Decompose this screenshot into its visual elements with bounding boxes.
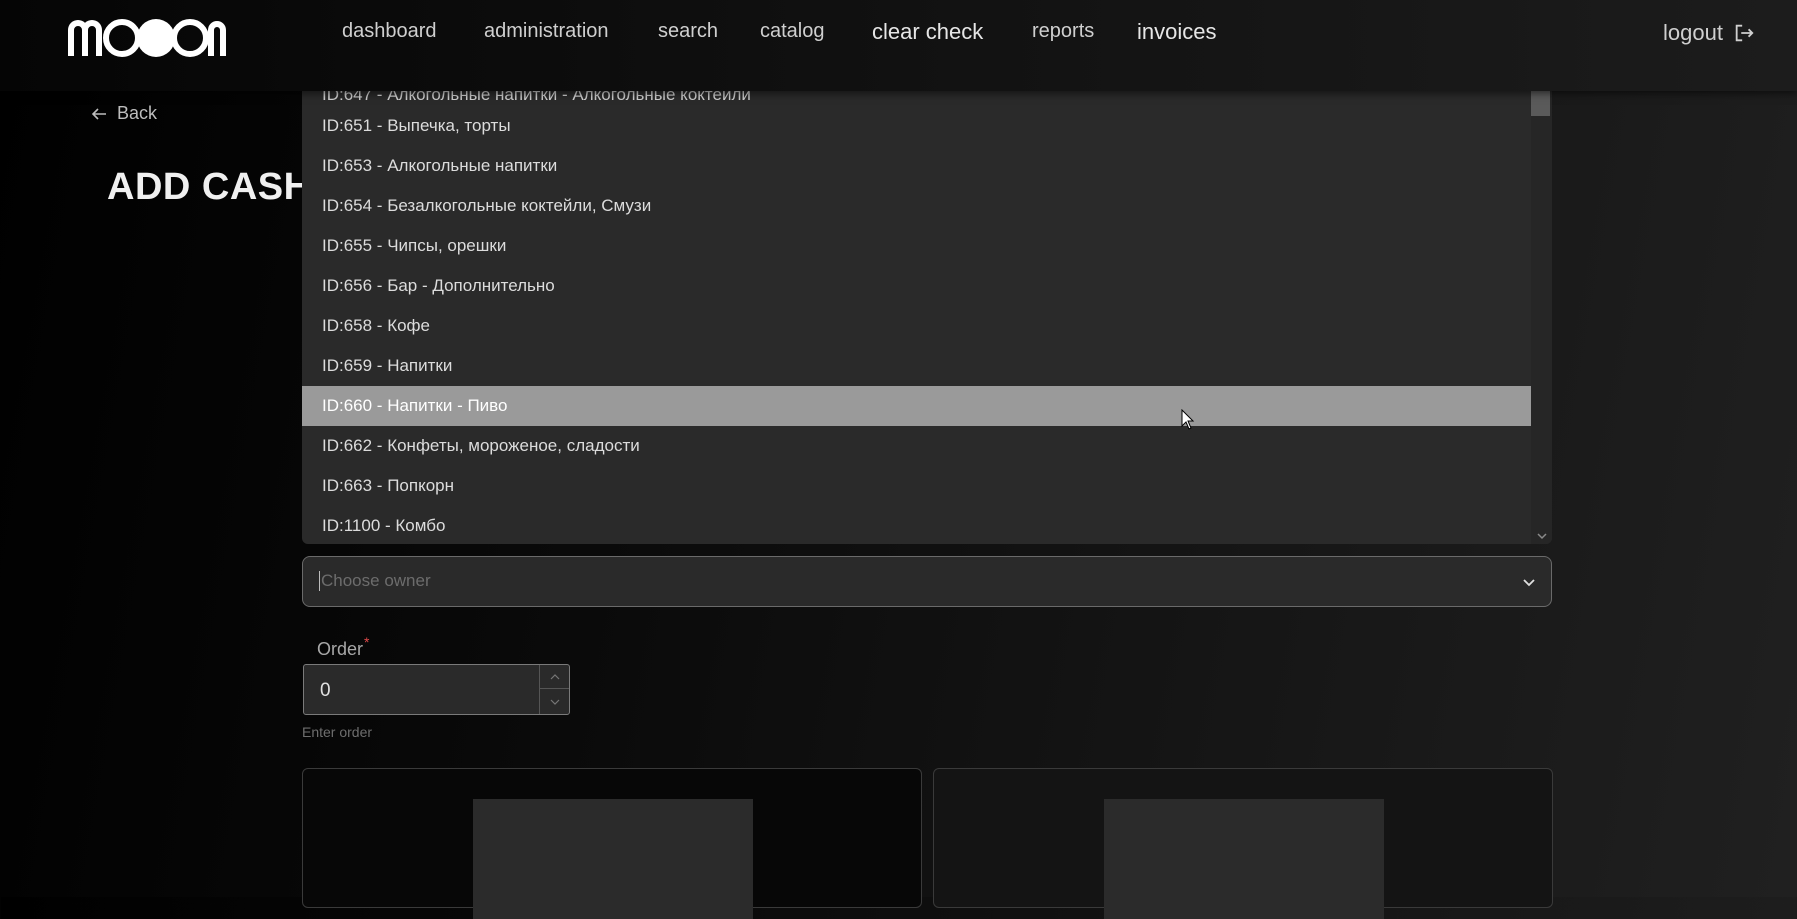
page-title: ADD CASH <box>107 166 312 208</box>
nav-invoices[interactable]: invoices <box>1137 19 1216 45</box>
chevron-up-icon <box>550 673 559 679</box>
image-placeholder <box>473 799 753 919</box>
owner-select[interactable]: Choose owner <box>302 556 1552 607</box>
image-upload-card[interactable] <box>933 768 1553 919</box>
chevron-down-icon[interactable] <box>1536 530 1548 542</box>
scrollbar-thumb[interactable] <box>1531 91 1550 116</box>
logout-label: logout <box>1663 20 1723 45</box>
dropdown-item[interactable]: ID:658 - Кофе <box>302 306 1531 346</box>
back-label: Back <box>117 103 158 123</box>
nav-administration[interactable]: administration <box>484 20 609 43</box>
order-value[interactable]: 0 <box>320 680 331 702</box>
order-label: Order* <box>317 634 369 660</box>
nav-catalog[interactable]: catalog <box>760 20 825 43</box>
dropdown-item[interactable]: ID:662 - Конфеты, мороженое, сладости <box>302 426 1531 466</box>
dropdown-item[interactable]: ID:663 - Попкорн <box>302 466 1531 506</box>
nav-clear-check[interactable]: clear check <box>872 19 983 45</box>
chevron-down-icon <box>550 699 559 705</box>
image-upload-card[interactable] <box>302 768 922 919</box>
dropdown-item[interactable]: ID:655 - Чипсы, орешки <box>302 226 1531 266</box>
order-stepper <box>539 665 569 714</box>
required-mark: * <box>364 634 370 650</box>
order-hint: Enter order <box>302 724 373 740</box>
category-dropdown-list[interactable]: ID:647 - Алкогольные напитки - Алкогольн… <box>302 91 1552 544</box>
arrow-left-icon <box>91 107 106 120</box>
mouse-pointer-icon <box>1181 409 1195 430</box>
dropdown-item-highlighted[interactable]: ID:660 - Напитки - Пиво <box>302 386 1531 426</box>
stepper-down-button[interactable] <box>540 690 569 714</box>
logo-graphic <box>68 19 226 57</box>
dropdown-item[interactable]: ID:656 - Бар - Дополнительно <box>302 266 1531 306</box>
dropdown-item[interactable]: ID:1100 - Комбо <box>302 506 1531 544</box>
stepper-up-button[interactable] <box>540 665 569 689</box>
nav-dashboard[interactable]: dashboard <box>342 20 437 43</box>
dropdown-item[interactable]: ID:653 - Алкогольные напитки <box>302 146 1531 186</box>
image-placeholder <box>1104 799 1384 919</box>
top-navbar: mooon dashboard administration search ca… <box>0 0 1797 91</box>
dropdown-scrollbar[interactable] <box>1531 91 1552 544</box>
back-link[interactable]: Back <box>91 103 157 124</box>
logout-icon <box>1735 24 1754 42</box>
mooon-logo[interactable]: mooon <box>66 10 226 58</box>
order-label-text: Order <box>317 639 364 659</box>
nav-search[interactable]: search <box>658 20 718 43</box>
owner-placeholder: Choose owner <box>319 571 431 591</box>
dropdown-item[interactable]: ID:651 - Выпечка, торты <box>302 106 1531 146</box>
chevron-down-icon[interactable] <box>1521 574 1537 590</box>
nav-reports[interactable]: reports <box>1032 20 1094 43</box>
dropdown-item[interactable]: ID:659 - Напитки <box>302 346 1531 386</box>
logout-button[interactable]: logout <box>1663 20 1755 46</box>
dropdown-item[interactable]: ID:654 - Безалкогольные коктейли, Смузи <box>302 186 1531 226</box>
order-field[interactable]: 0 <box>303 664 570 715</box>
